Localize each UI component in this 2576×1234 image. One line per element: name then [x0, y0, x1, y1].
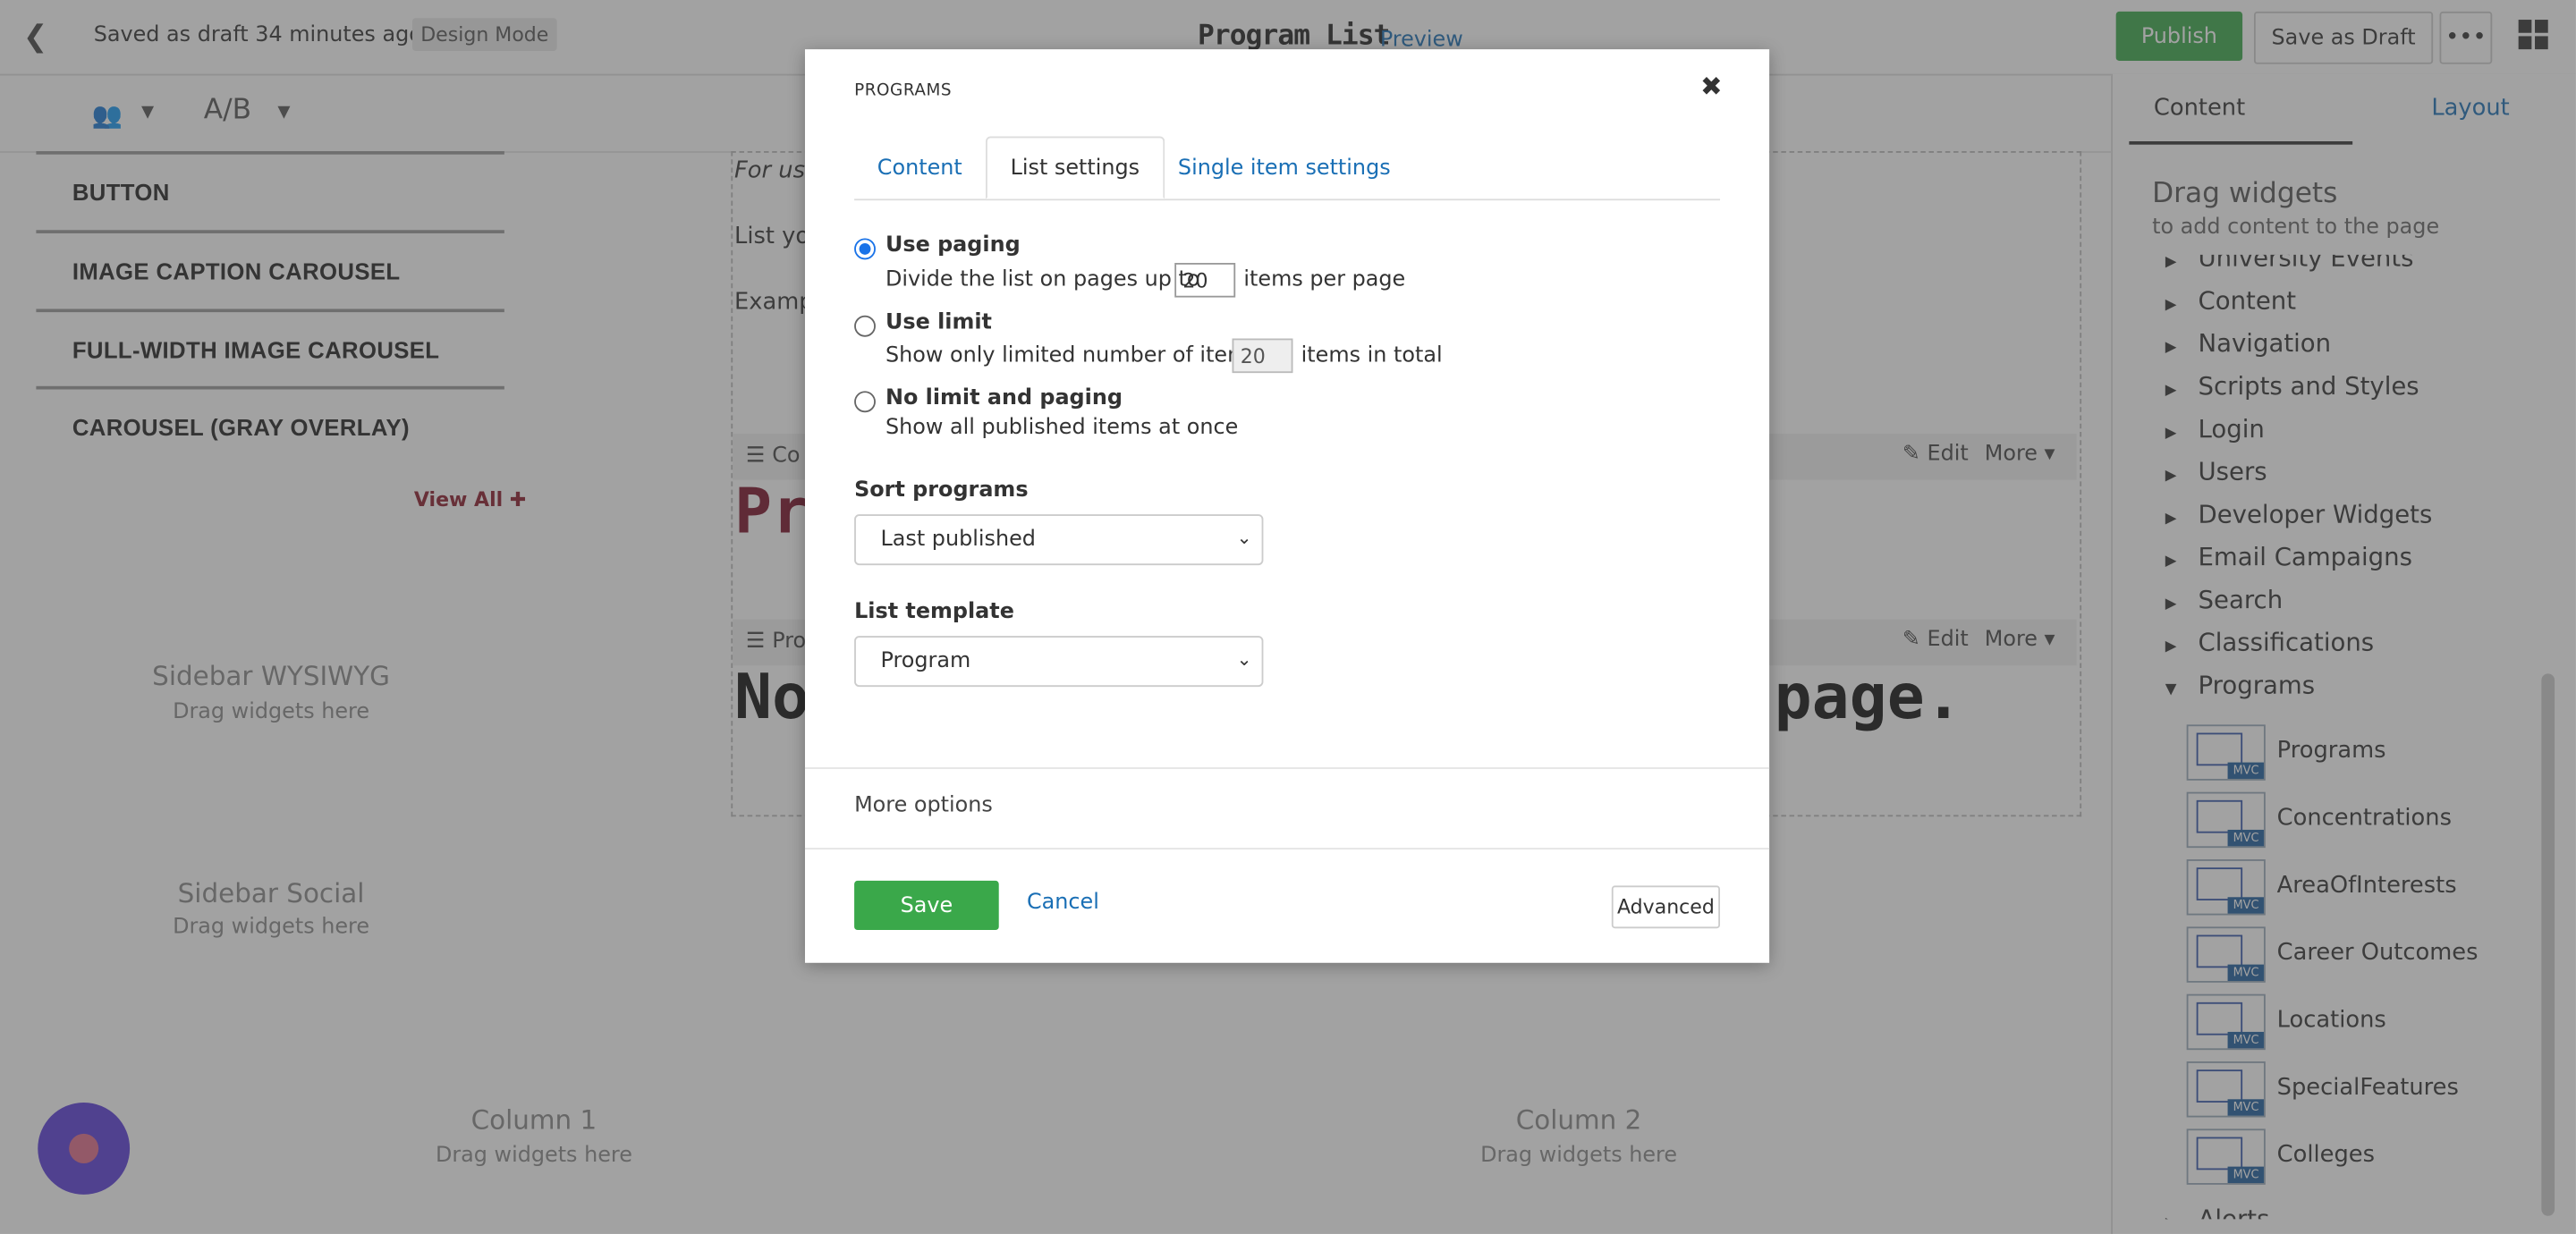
use-paging-label: Use paging: [885, 232, 1021, 258]
use-limit-description: Show only limited number of items: [885, 343, 1259, 368]
dialog-tabs: Content List settings Single item settin…: [854, 136, 1721, 201]
tab-list-settings[interactable]: List settings: [986, 136, 1165, 199]
items-per-page-input[interactable]: 20: [1174, 263, 1236, 298]
tab-content[interactable]: Content: [854, 137, 985, 199]
list-template-label: List template: [854, 599, 1014, 625]
sort-programs-label: Sort programs: [854, 478, 1029, 503]
selected-value: Program: [880, 648, 971, 674]
divider: [804, 848, 1770, 849]
close-icon[interactable]: ✖: [1700, 71, 1723, 102]
no-limit-radio[interactable]: [854, 391, 876, 413]
tab-single-item-settings[interactable]: Single item settings: [1155, 137, 1413, 199]
advanced-button[interactable]: Advanced: [1611, 885, 1721, 929]
chevron-down-icon: ⌄: [1236, 527, 1252, 549]
programs-settings-dialog: PROGRAMS ✖ Content List settings Single …: [804, 49, 1770, 963]
items-in-total-label: items in total: [1301, 343, 1443, 368]
more-options-toggle[interactable]: More options: [854, 794, 993, 819]
no-limit-label: No limit and paging: [885, 385, 1123, 411]
use-paging-radio[interactable]: [854, 238, 876, 260]
use-limit-label: Use limit: [885, 310, 992, 335]
sort-programs-select[interactable]: Last published ⌄: [854, 514, 1264, 566]
items-per-page-label: items per page: [1243, 267, 1406, 293]
list-template-select[interactable]: Program ⌄: [854, 636, 1264, 688]
chevron-down-icon: ⌄: [1236, 648, 1252, 671]
divider: [804, 767, 1770, 769]
cancel-link[interactable]: Cancel: [1027, 891, 1099, 916]
save-button[interactable]: Save: [854, 880, 999, 931]
items-limit-input[interactable]: 20: [1232, 338, 1293, 374]
use-paging-description: Divide the list on pages up to: [885, 267, 1200, 293]
dialog-title: PROGRAMS: [854, 81, 953, 101]
no-limit-description: Show all published items at once: [885, 415, 1239, 441]
use-limit-radio[interactable]: [854, 315, 876, 337]
selected-value: Last published: [880, 527, 1036, 553]
